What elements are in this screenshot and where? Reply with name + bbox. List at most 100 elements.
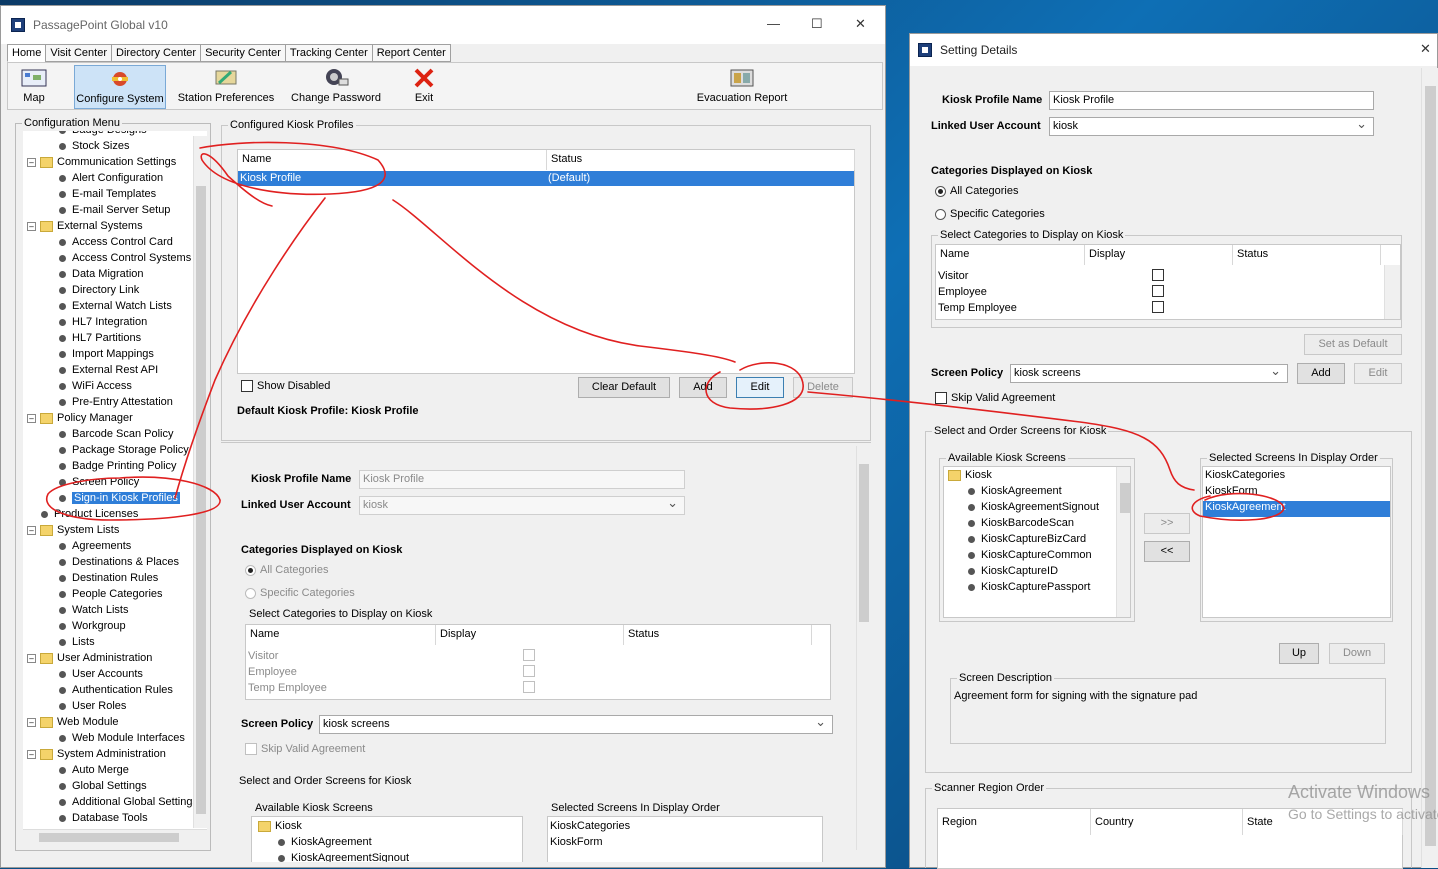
dialog-close-icon[interactable]: ✕ — [1420, 41, 1431, 57]
down-button[interactable]: Down — [1329, 643, 1385, 664]
tree-item[interactable]: E-mail Server Setup — [59, 204, 170, 220]
scanner-col-region[interactable]: Region — [938, 809, 1091, 835]
detail-specific-cats-radio[interactable]: Specific Categories — [245, 587, 355, 599]
dialog-add-button[interactable]: Add — [1297, 363, 1345, 384]
dialog-scroll-thumb[interactable] — [1425, 86, 1436, 846]
list-item[interactable]: KioskCategories — [1205, 469, 1390, 485]
list-item-selected[interactable]: KioskAgreement — [1203, 501, 1390, 517]
dialog-vertical-scrollbar[interactable] — [1421, 68, 1438, 868]
minimize-icon[interactable]: — — [767, 16, 780, 31]
tree-item[interactable]: Workgroup — [59, 620, 126, 636]
tab-security-center[interactable]: Security Center — [200, 44, 286, 62]
collapse-icon[interactable]: – — [27, 157, 36, 167]
detail-display-checkbox-temp[interactable] — [523, 681, 535, 693]
set-as-default-button[interactable]: Set as Default — [1304, 334, 1402, 355]
move-left-button[interactable]: << — [1144, 541, 1190, 562]
change-password-button[interactable]: Change Password — [288, 65, 384, 109]
tab-home[interactable]: Home — [7, 44, 47, 62]
dialog-col-display[interactable]: Display — [1085, 245, 1233, 265]
tree-scroll-thumb[interactable] — [196, 186, 206, 814]
tree-item[interactable]: Destinations & Places — [59, 556, 179, 572]
tree-item[interactable]: People Categories — [59, 588, 163, 604]
detail-col-status[interactable]: Status — [624, 625, 812, 645]
tree-item[interactable]: Badge Designs — [59, 131, 147, 140]
tree-item[interactable]: HL7 Partitions — [59, 332, 141, 348]
list-item[interactable]: KioskAgreement — [981, 485, 1062, 497]
tree-item[interactable]: User Accounts — [59, 668, 143, 684]
tree-item[interactable]: – User Administration — [27, 652, 152, 668]
tab-tracking-center[interactable]: Tracking Center — [284, 44, 373, 62]
list-item[interactable]: KioskAgreementSignout — [981, 501, 1099, 513]
show-disabled-checkbox[interactable]: Show Disabled — [241, 380, 330, 393]
tree-vertical-scrollbar[interactable] — [193, 136, 207, 828]
tree-item[interactable]: – External Systems — [27, 220, 143, 236]
tree-item[interactable]: Web Module Interfaces — [59, 732, 185, 748]
dialog-available-scroll-thumb[interactable] — [1120, 483, 1130, 513]
tree-item[interactable]: Sign-in Kiosk Profiles — [59, 492, 180, 508]
table-row[interactable]: Kiosk Profile (Default) — [238, 171, 854, 186]
dialog-cats-scrollbar[interactable] — [1384, 265, 1400, 319]
dialog-all-cats-radio[interactable]: All Categories — [935, 185, 1018, 197]
add-button[interactable]: Add — [679, 377, 727, 398]
list-item[interactable]: KioskBarcodeScan — [981, 517, 1074, 529]
tree-item[interactable]: Product Licenses — [41, 508, 138, 524]
tree-item[interactable]: – System Administration — [27, 748, 166, 764]
dialog-col-status[interactable]: Status — [1233, 245, 1381, 265]
tab-directory-center[interactable]: Directory Center — [111, 44, 202, 62]
list-item[interactable]: KioskAgreement — [291, 836, 372, 848]
detail-display-checkbox-employee[interactable] — [523, 665, 535, 677]
evacuation-report-button[interactable]: Evacuation Report — [692, 65, 792, 109]
tree-hscroll-thumb[interactable] — [39, 833, 179, 842]
detail-all-cats-radio[interactable]: All Categories — [245, 564, 328, 576]
up-button[interactable]: Up — [1279, 643, 1319, 664]
dialog-linked-select[interactable]: kiosk — [1049, 117, 1374, 136]
tree-item[interactable]: Lists — [59, 636, 95, 652]
close-icon[interactable]: ✕ — [855, 16, 866, 32]
tree-item[interactable]: – System Lists — [27, 524, 119, 540]
maximize-icon[interactable]: ☐ — [811, 16, 823, 32]
tree-item[interactable]: Stock Sizes — [59, 140, 129, 156]
list-item[interactable]: KioskCategories — [550, 820, 630, 832]
delete-button[interactable]: Delete — [793, 377, 853, 398]
list-item[interactable]: KioskCapturePassport — [981, 581, 1090, 593]
collapse-icon[interactable]: – — [27, 717, 36, 727]
tab-visit-center[interactable]: Visit Center — [45, 44, 112, 62]
detail-screen-policy-select[interactable]: kiosk screens — [319, 715, 833, 734]
list-item[interactable]: KioskCaptureCommon — [981, 549, 1092, 561]
dialog-col-name[interactable]: Name — [936, 245, 1085, 265]
detail-linked-select[interactable]: kiosk — [359, 496, 685, 515]
collapse-icon[interactable]: – — [27, 749, 36, 759]
profiles-col-status[interactable]: Status — [547, 150, 855, 170]
tree-item[interactable]: Access Control Card — [59, 236, 173, 252]
tree-item[interactable]: Alert Configuration — [59, 172, 163, 188]
detail-vertical-scrollbar[interactable] — [856, 446, 870, 850]
dialog-edit-button[interactable]: Edit — [1354, 363, 1402, 384]
collapse-icon[interactable]: – — [27, 413, 36, 423]
collapse-icon[interactable]: – — [27, 653, 36, 663]
tree-item[interactable]: External Watch Lists — [59, 300, 172, 316]
detail-col-name[interactable]: Name — [246, 625, 436, 645]
tree-item[interactable]: Destination Rules — [59, 572, 158, 588]
dialog-display-checkbox-employee[interactable] — [1152, 285, 1164, 297]
scanner-col-country[interactable]: Country — [1091, 809, 1243, 835]
detail-profile-name-field[interactable]: Kiosk Profile — [359, 470, 685, 489]
exit-button[interactable]: Exit — [406, 65, 442, 109]
dialog-available-scrollbar[interactable] — [1116, 467, 1130, 617]
list-item[interactable]: KioskAgreementSignout — [291, 852, 409, 862]
tab-report-center[interactable]: Report Center — [371, 44, 451, 62]
tree-item[interactable]: Database Tools — [59, 812, 148, 828]
detail-display-checkbox-visitor[interactable] — [523, 649, 535, 661]
tree-horizontal-scrollbar[interactable] — [23, 829, 207, 844]
tree-item[interactable]: – Policy Manager — [27, 412, 133, 428]
dialog-specific-cats-radio[interactable]: Specific Categories — [935, 208, 1045, 220]
dialog-display-checkbox-temp[interactable] — [1152, 301, 1164, 313]
detail-scroll-thumb[interactable] — [859, 464, 869, 622]
tree-item[interactable]: Auto Merge — [59, 764, 129, 780]
dialog-screen-policy-select[interactable]: kiosk screens — [1010, 364, 1288, 383]
tree-item[interactable]: E-mail Templates — [59, 188, 156, 204]
tree-item[interactable]: Barcode Scan Policy — [59, 428, 174, 444]
tree-item[interactable]: WiFi Access — [59, 380, 132, 396]
tree-item[interactable]: HL7 Integration — [59, 316, 147, 332]
tree-item[interactable]: Access Control Systems — [59, 252, 191, 268]
list-item[interactable]: KioskForm — [550, 836, 603, 848]
